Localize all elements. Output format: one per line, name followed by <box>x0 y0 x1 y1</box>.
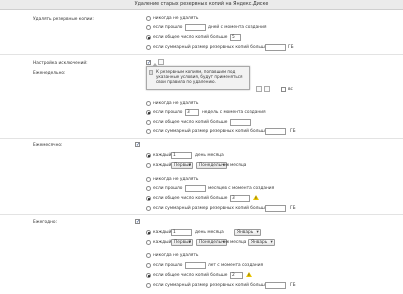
yearly-size-radio[interactable] <box>146 283 151 288</box>
yearly-month2-select[interactable]: Январь <box>248 239 275 246</box>
yearly-weekday-select[interactable]: Понедельник <box>196 239 229 246</box>
years-since-label: лет с момента создания <box>208 263 264 268</box>
warning-icon <box>253 195 259 200</box>
yearly-ordinal-select[interactable]: Первый <box>171 239 193 246</box>
yearly-every-weekday-radio[interactable] <box>146 240 151 245</box>
monthly-every2-label: каждый <box>153 163 172 168</box>
yearly-passed-label: если прошло <box>153 263 183 268</box>
yearly-count-label: если общее число копий больше <box>153 273 228 278</box>
calendar-icon <box>158 59 164 65</box>
yearly-count-input[interactable]: 2 <box>230 272 243 279</box>
yearly-month-select[interactable]: Январь <box>234 229 261 236</box>
weekly-count-input[interactable] <box>230 119 251 126</box>
yearly-never-label: никогда не удалять <box>153 253 199 258</box>
sunday-label: вс <box>288 87 293 92</box>
weekday-sat-icon[interactable] <box>256 86 262 92</box>
weekly-size-label: если суммарный размер резервных копий бо… <box>153 129 268 134</box>
size-unit: ГБ <box>288 45 294 50</box>
weekly-count-label: если общее число копий больше <box>153 120 228 125</box>
yearly-size-label: если суммарный размер резервных копий бо… <box>153 283 268 288</box>
weeks-input[interactable]: 3 <box>185 109 199 116</box>
divider <box>0 54 403 55</box>
monthly-weekday-select[interactable]: Понедельник <box>196 162 229 169</box>
monthly-every-weekday-radio[interactable] <box>146 163 151 168</box>
weekly-count-radio[interactable] <box>146 120 151 125</box>
monthly-every-day-radio[interactable] <box>146 153 151 158</box>
yearly-never-radio[interactable] <box>146 253 151 258</box>
monthly-day-of-month-label: день месяца <box>195 153 224 158</box>
never-delete-radio[interactable] <box>146 16 151 21</box>
yearly-of-month-label: месяца <box>230 240 247 245</box>
info-icon <box>149 70 153 75</box>
days-passed-label: если прошло <box>153 25 183 30</box>
exceptions-tooltip: К резервным копиям, попавшим под указанн… <box>146 63 250 90</box>
monthly-ordinal-select[interactable]: Первый <box>171 162 193 169</box>
monthly-size-label: если суммарный размер резервных копий бо… <box>153 206 268 211</box>
weekly-label: Еженедельно: <box>33 71 66 76</box>
page-header: Удаление старых резервных копий на Яндек… <box>0 0 403 10</box>
yearly-passed-radio[interactable] <box>146 263 151 268</box>
delete-backups-label: Удалять резервные копии: <box>33 17 94 22</box>
months-input[interactable] <box>185 185 206 192</box>
monthly-size-unit: ГБ <box>290 206 296 211</box>
warning-icon <box>246 272 252 277</box>
monthly-count-input[interactable]: 3 <box>230 195 250 202</box>
monthly-count-label: если общее число копий больше <box>153 196 228 201</box>
yearly-label: Ежегодно: <box>33 220 57 225</box>
yearly-every-label: каждый <box>153 230 172 235</box>
days-input[interactable] <box>185 24 206 31</box>
count-label: если общее число копий больше <box>153 35 228 40</box>
monthly-size-radio[interactable] <box>146 206 151 211</box>
size-label: если суммарный размер резервных копий бо… <box>153 45 268 50</box>
weekly-passed-radio[interactable] <box>146 110 151 115</box>
days-since-label: дней с момента создания <box>208 25 267 30</box>
monthly-passed-radio[interactable] <box>146 186 151 191</box>
weekday-sun-icon[interactable] <box>264 86 270 92</box>
weekly-size-radio[interactable] <box>146 129 151 134</box>
page-title: Удаление старых резервных копий на Яндек… <box>134 2 269 7</box>
weekly-passed-label: если прошло <box>153 110 183 115</box>
monthly-every-label: каждый <box>153 153 172 158</box>
sunday-checkbox[interactable] <box>281 87 286 92</box>
yearly-every-day-radio[interactable] <box>146 230 151 235</box>
weekly-size-unit: ГБ <box>290 129 296 134</box>
never-delete-label: никогда не удалять <box>153 16 199 21</box>
monthly-never-radio[interactable] <box>146 177 151 182</box>
exceptions-checkbox[interactable]: ✓ <box>146 60 151 66</box>
monthly-never-label: никогда не удалять <box>153 177 199 182</box>
monthly-of-month-label: месяца <box>230 163 247 168</box>
monthly-checkbox[interactable]: ✓ <box>135 142 140 148</box>
years-input[interactable] <box>185 262 206 269</box>
weeks-since-label: недель с момента создания <box>202 110 266 115</box>
yearly-size-unit: ГБ <box>290 283 296 288</box>
weekly-never-radio[interactable] <box>146 101 151 106</box>
size-input[interactable] <box>265 44 286 51</box>
weekly-size-input[interactable] <box>265 128 286 135</box>
divider <box>0 214 403 215</box>
exceptions-label: Настройка исключений: <box>33 61 88 66</box>
count-radio[interactable] <box>146 35 151 40</box>
yearly-day-of-month-label: день месяца <box>195 230 224 235</box>
months-since-label: месяцев с момента создания <box>208 186 275 191</box>
days-passed-radio[interactable] <box>146 25 151 30</box>
count-input[interactable]: 5 <box>230 34 241 41</box>
tooltip-text: К резервным копиям, попавшим под указанн… <box>156 69 243 85</box>
monthly-day-input[interactable]: 1 <box>171 152 192 159</box>
yearly-size-input[interactable] <box>265 282 286 289</box>
yearly-checkbox[interactable]: ✓ <box>135 219 140 225</box>
weekly-never-label: никогда не удалять <box>153 101 199 106</box>
tooltip-arrow <box>152 63 158 67</box>
yearly-count-radio[interactable] <box>146 273 151 278</box>
monthly-count-radio[interactable] <box>146 196 151 201</box>
yearly-day-input[interactable]: 1 <box>171 229 192 236</box>
divider <box>0 138 403 139</box>
monthly-size-input[interactable] <box>265 205 286 212</box>
monthly-passed-label: если прошло <box>153 186 183 191</box>
size-radio[interactable] <box>146 45 151 50</box>
yearly-every2-label: каждый <box>153 240 172 245</box>
monthly-label: Ежемесячно: <box>33 143 63 148</box>
